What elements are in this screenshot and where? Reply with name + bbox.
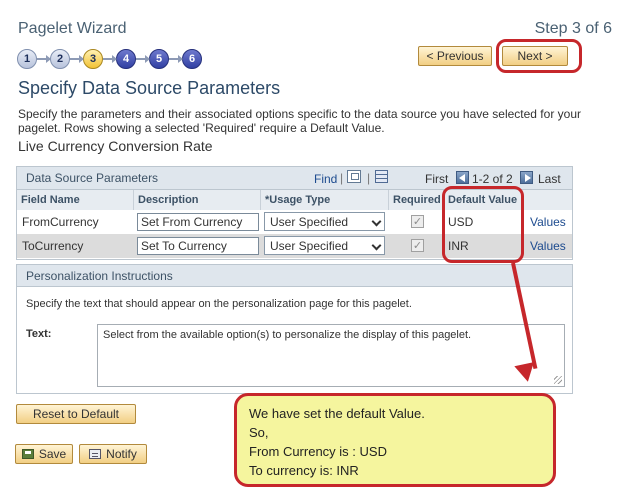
personalization-instructions-section: Personalization Instructions Specify the… <box>16 264 573 394</box>
personalization-text-area[interactable]: Select from the available option(s) to p… <box>97 324 565 387</box>
column-header-required: Required <box>389 190 444 210</box>
first-page-arrow-icon[interactable] <box>456 171 469 184</box>
grid-download-icon[interactable] <box>375 170 388 183</box>
annotation-callout: We have set the default Value. So, From … <box>234 393 556 487</box>
callout-line: From Currency is : USD <box>249 444 387 459</box>
step-indicator-label: Step 3 of 6 <box>534 20 612 37</box>
previous-button[interactable]: < Previous <box>418 46 492 66</box>
field-name-cell: ToCurrency <box>22 239 84 253</box>
notify-button[interactable]: Notify <box>79 444 147 464</box>
step-4-circle: 4 <box>116 49 136 69</box>
resize-grip-icon[interactable] <box>554 376 562 384</box>
step-6-circle: 6 <box>182 49 202 69</box>
default-value-highlight <box>442 186 524 263</box>
step-connector-arrow <box>70 55 84 63</box>
pager-count: 1-2 of 2 <box>472 172 513 186</box>
usage-type-value: User Specified <box>270 238 349 253</box>
personalization-header: Personalization Instructions <box>17 265 572 287</box>
save-icon <box>21 449 34 459</box>
required-checkbox[interactable]: ✓ <box>411 215 424 228</box>
step-3-circle-current: 3 <box>83 49 103 69</box>
callout-line: So, <box>249 425 269 440</box>
wizard-step-track: 1 2 3 4 5 6 <box>17 47 202 71</box>
step-1-circle[interactable]: 1 <box>17 49 37 69</box>
personalization-text-label: Text: <box>26 328 52 340</box>
grid-separator: | <box>340 171 344 185</box>
wizard-title: Pagelet Wizard <box>18 20 127 37</box>
step-connector-arrow <box>136 55 150 63</box>
personalization-description: Specify the text that should appear on t… <box>26 298 412 310</box>
required-checkbox[interactable]: ✓ <box>411 239 424 252</box>
grid-find-link[interactable]: Find <box>314 172 337 186</box>
notify-label: Notify <box>106 447 137 461</box>
description-input[interactable]: Set To Currency <box>137 237 259 255</box>
column-header-field-name: Field Name <box>17 190 134 210</box>
next-page-arrow-icon[interactable] <box>520 171 533 184</box>
column-header-usage-type: *Usage Type <box>261 190 389 210</box>
values-link[interactable]: Values <box>530 239 566 253</box>
data-source-name: Live Currency Conversion Rate <box>18 138 213 154</box>
personalization-text-value: Select from the available option(s) to p… <box>103 329 472 341</box>
dropdown-arrow-icon <box>371 216 382 227</box>
pager-last-label: Last <box>538 172 561 186</box>
step-connector-arrow <box>37 55 51 63</box>
grid-separator: | <box>367 171 371 185</box>
callout-line: We have set the default Value. <box>249 406 425 421</box>
step-connector-arrow <box>169 55 183 63</box>
dropdown-arrow-icon <box>371 240 382 251</box>
field-name-cell: FromCurrency <box>22 215 99 229</box>
zoom-icon[interactable] <box>347 170 361 183</box>
usage-type-select[interactable]: User Specified <box>264 212 385 231</box>
reset-to-default-button[interactable]: Reset to Default <box>16 404 136 424</box>
grid-title: Data Source Parameters <box>26 171 159 185</box>
step-connector-arrow <box>103 55 117 63</box>
usage-type-value: User Specified <box>270 214 349 229</box>
page-description: Specify the parameters and their associa… <box>18 107 581 135</box>
pager-first-label: First <box>425 172 449 186</box>
step-5-circle: 5 <box>149 49 169 69</box>
next-button-highlight <box>496 39 582 73</box>
save-button[interactable]: Save <box>15 444 73 464</box>
column-header-description: Description <box>134 190 261 210</box>
callout-line: To currency is: INR <box>249 463 359 478</box>
notify-icon <box>89 449 102 459</box>
usage-type-select[interactable]: User Specified <box>264 236 385 255</box>
values-link[interactable]: Values <box>530 215 566 229</box>
step-2-circle[interactable]: 2 <box>50 49 70 69</box>
page-heading: Specify Data Source Parameters <box>18 78 281 98</box>
description-input[interactable]: Set From Currency <box>137 213 259 231</box>
personalization-title: Personalization Instructions <box>26 269 173 283</box>
save-label: Save <box>38 447 67 461</box>
